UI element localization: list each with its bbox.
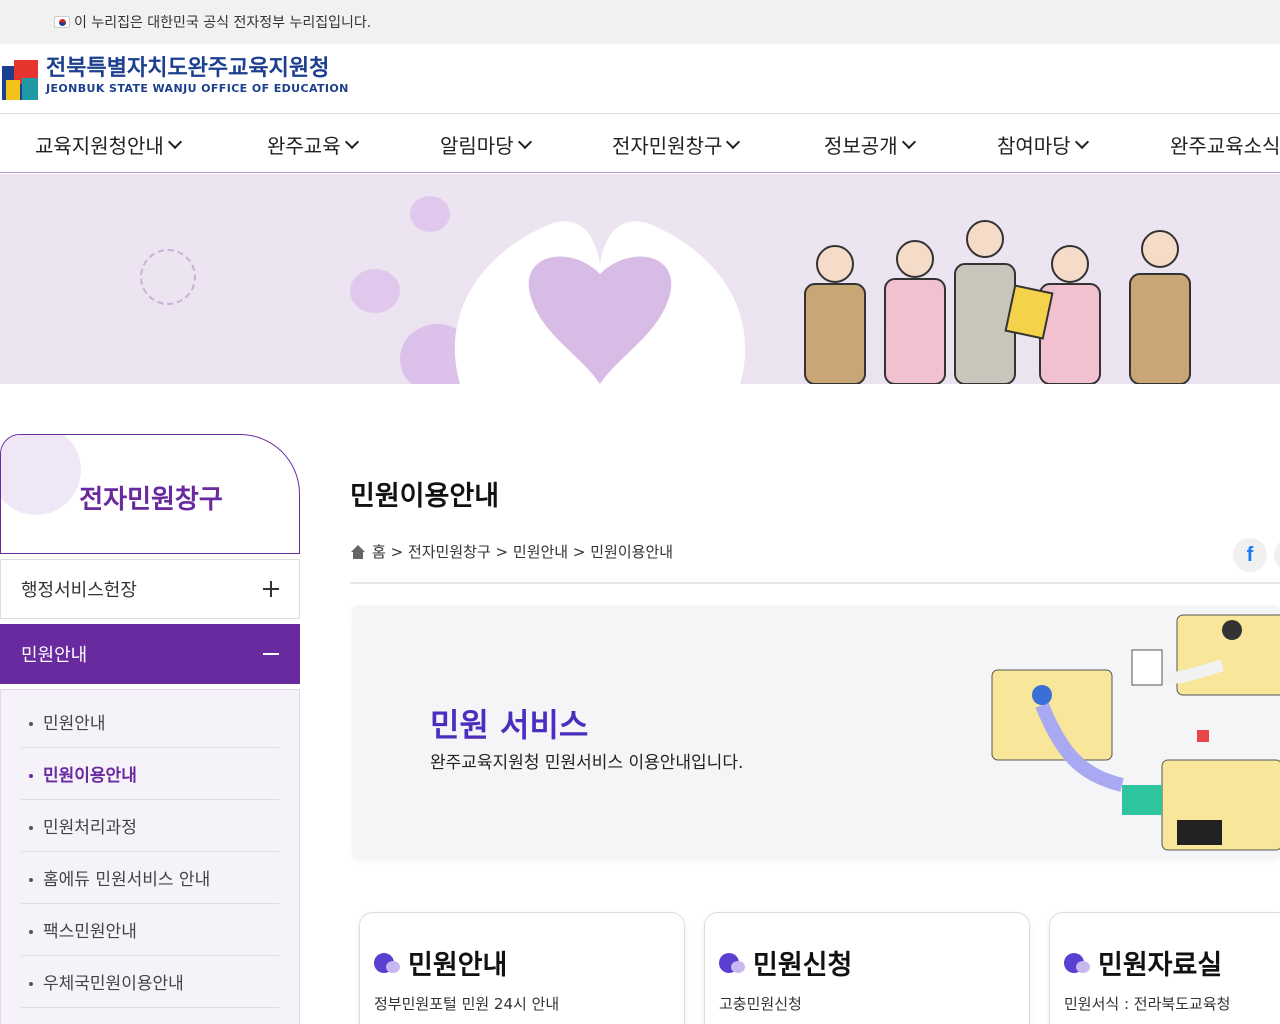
sidebar-item-civil-guide[interactable]: 민원안내 <box>0 624 300 684</box>
nav-item-notices[interactable]: 알림마당 <box>440 115 532 173</box>
chevron-down-icon <box>901 134 916 150</box>
sidebar-item-service-charter[interactable]: 행정서비스헌장 <box>0 559 300 619</box>
bullet-dot-icon <box>374 952 400 973</box>
breadcrumb-home[interactable]: 홈 <box>372 541 386 562</box>
submenu-item-fax[interactable]: 팩스민원안내 <box>21 904 279 956</box>
site-logo[interactable]: 전북특별자치도완주교육지원청 JEONBUK STATE WANJU OFFIC… <box>0 56 349 102</box>
share-more-button[interactable] <box>1274 538 1280 572</box>
heart-hands-illustration <box>454 221 746 384</box>
heart-decoration-icon <box>350 269 400 313</box>
gov-notice-text: 이 누리집은 대한민국 공식 전자정부 누리집입니다. <box>74 15 372 31</box>
site-header: 전북특별자치도완주교육지원청 JEONBUK STATE WANJU OFFIC… <box>0 44 1280 114</box>
chevron-down-icon <box>517 134 532 150</box>
home-icon[interactable] <box>350 544 366 559</box>
nav-item-wanju-education[interactable]: 완주교육 <box>267 115 359 173</box>
breadcrumb-e-civil[interactable]: 전자민원창구 <box>408 541 491 562</box>
chevron-down-icon <box>344 134 359 150</box>
bullet-icon <box>29 877 33 882</box>
service-title: 민원 서비스 <box>430 706 589 744</box>
card-civil-archive[interactable]: 민원자료실 민원서식 : 전라북도교육청 <box>1049 912 1280 1024</box>
service-description: 완주교육지원청 민원서비스 이용안내입니다. <box>430 753 744 773</box>
card-title: 민원안내 <box>408 950 508 981</box>
submenu-item-civil-usage[interactable]: 민원이용안내 <box>21 748 279 800</box>
gov-notice-strip: 이 누리집은 대한민국 공식 전자정부 누리집입니다. <box>0 0 1280 44</box>
logo-mark-icon <box>0 56 40 102</box>
bullet-icon <box>29 721 33 726</box>
bullet-icon <box>29 981 33 986</box>
bullet-icon <box>29 825 33 830</box>
card-title: 민원신청 <box>753 950 853 981</box>
korea-flag-icon <box>54 16 70 28</box>
card-link[interactable]: 정부민원포털 민원 24시 안내 <box>374 993 559 1014</box>
nav-item-participation[interactable]: 참여마당 <box>997 115 1089 173</box>
submenu-item-civil-guide[interactable]: 민원안내 <box>21 696 279 748</box>
logo-title-ko: 전북특별자치도완주교육지원청 <box>46 56 330 81</box>
sparkle-circle-icon <box>140 249 196 305</box>
bullet-dot-icon <box>1064 952 1090 973</box>
main-navigation: 교육지원청안내 완주교육 알림마당 전자민원창구 정보공개 참여마당 완주교육소… <box>0 115 1280 173</box>
card-title: 민원자료실 <box>1098 950 1223 981</box>
breadcrumb-current: 민원이용안내 <box>590 543 674 561</box>
card-civil-apply[interactable]: 민원신청 고충민원신청 <box>704 912 1030 1024</box>
facebook-share-icon[interactable]: f <box>1233 538 1267 572</box>
students-illustration <box>804 220 1191 384</box>
submenu-item-homedu[interactable]: 홈에듀 민원서비스 안내 <box>21 852 279 904</box>
service-intro-box: 민원 서비스 완주교육지원청 민원서비스 이용안내입니다. <box>352 605 1280 860</box>
sidebar-submenu: 민원안내 민원이용안내 민원처리과정 홈에듀 민원서비스 안내 팩스민원안내 우… <box>0 689 300 1024</box>
nav-item-info-disclosure[interactable]: 정보공개 <box>824 115 916 173</box>
submenu-item-civil-process[interactable]: 민원처리과정 <box>21 800 279 852</box>
nav-item-news[interactable]: 완주교육소식 <box>1170 115 1280 173</box>
chevron-down-icon <box>726 134 741 150</box>
bullet-icon <box>29 773 33 778</box>
divider <box>350 582 1280 584</box>
minus-icon <box>263 646 279 662</box>
sidebar-title-box: 전자민원창구 <box>0 434 300 554</box>
nav-item-e-civil[interactable]: 전자민원창구 <box>612 115 741 173</box>
card-link[interactable]: 고충민원신청 <box>719 993 802 1014</box>
submenu-item-post-office[interactable]: 우체국민원이용안내 <box>21 956 279 1008</box>
plus-icon <box>263 581 279 597</box>
service-illustration <box>991 614 1280 851</box>
bullet-icon <box>29 929 33 934</box>
breadcrumb-civil-guide[interactable]: 민원안내 <box>513 541 568 562</box>
logo-title-en: JEONBUK STATE WANJU OFFICE OF EDUCATION <box>46 82 349 95</box>
bullet-dot-icon <box>719 952 745 973</box>
card-civil-guide[interactable]: 민원안내 정부민원포털 민원 24시 안내 <box>359 912 685 1024</box>
chevron-down-icon <box>167 134 182 150</box>
card-link[interactable]: 민원서식 : 전라북도교육청 <box>1064 993 1230 1014</box>
sidebar-title: 전자민원창구 <box>79 485 223 515</box>
sidebar-menu: 행정서비스헌장 민원안내 <box>0 559 300 689</box>
breadcrumb: 홈 > 전자민원창구 > 민원안내 > 민원이용안내 <box>350 541 673 562</box>
hero-banner <box>0 174 1280 384</box>
chevron-down-icon <box>1074 134 1089 150</box>
page-title: 민원이용안내 <box>350 481 500 512</box>
nav-item-office-info[interactable]: 교육지원청안내 <box>35 115 182 173</box>
